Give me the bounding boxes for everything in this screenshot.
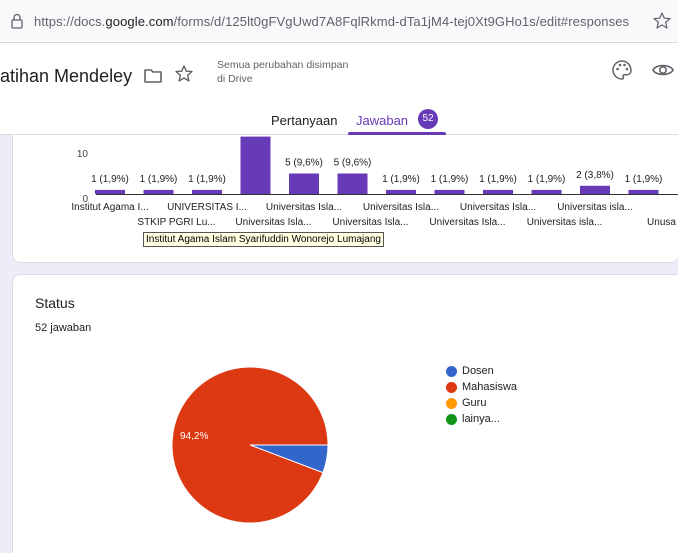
legend-swatch-lainya (446, 413, 457, 425)
bar-data-label: 1 (1,9%) (140, 174, 178, 185)
tab-pertanyaan[interactable]: Pertanyaan (271, 113, 338, 128)
x-tick-label: Universitas Isla... (235, 217, 311, 228)
legend-item[interactable]: lainya... (446, 411, 517, 427)
x-tick-label: Universitas isla... (557, 202, 633, 213)
bar (628, 189, 659, 194)
legend-label: Mahasiswa (462, 381, 518, 393)
bar-data-label: 1 (1,9%) (431, 174, 469, 185)
bookmark-star-icon[interactable] (652, 11, 672, 31)
forms-header: atihan Mendeley Semua perubahan disimpan… (0, 43, 678, 135)
legend-swatch-mahasiswa (446, 381, 457, 393)
x-tick-label: Universitas Isla... (266, 202, 342, 213)
response-count: 52 jawaban (35, 322, 92, 334)
bar-data-label: 2 (3,8%) (576, 170, 614, 181)
tab-jawaban[interactable]: Jawaban (356, 113, 408, 128)
status-pie-chart: 94,2% (171, 366, 329, 524)
folder-icon[interactable] (143, 67, 163, 85)
x-tick-label: Universitas Isla... (460, 202, 536, 213)
pie-slice-label: 94,2% (180, 431, 208, 442)
bar (192, 189, 222, 194)
legend-swatch-guru (446, 397, 457, 409)
pie-slice (171, 366, 329, 524)
legend-swatch-dosen (446, 365, 457, 377)
legend-item[interactable]: Guru (446, 395, 517, 411)
legend-label: Guru (462, 397, 487, 409)
x-tick-label: STKIP PGRI Lu... (137, 217, 215, 228)
bar (483, 189, 513, 194)
y-tick-label: 10 (77, 149, 89, 160)
bar-data-label: 5 (9,6%) (285, 158, 323, 169)
bar-data-label: 1 (1,9%) (479, 174, 517, 185)
bar (95, 189, 125, 194)
bar-data-label: 5 (9,6%) (334, 158, 372, 169)
x-tick-label: Universitas Isla... (332, 217, 408, 228)
bar (289, 173, 319, 194)
browser-url-bar[interactable]: https://docs.google.com/forms/d/125lt0gF… (0, 0, 678, 43)
bar (580, 185, 610, 194)
palette-icon[interactable] (611, 59, 633, 81)
category-tooltip: Institut Agama Islam Syarifuddin Wonorej… (143, 232, 384, 247)
x-tick-label: Universitas isla... (527, 217, 603, 228)
bar-data-label: 1 (1,9%) (528, 174, 566, 185)
url-text[interactable]: https://docs.google.com/forms/d/125lt0gF… (34, 14, 629, 29)
institution-bar-chart: 1001 (1,9%)Institut Agama I...1 (1,9%)ST… (71, 136, 678, 228)
bar (240, 136, 271, 194)
lock-icon (11, 13, 23, 29)
bar (434, 189, 465, 194)
x-tick-label: Universitas Isla... (363, 202, 439, 213)
bar (386, 189, 416, 194)
save-status: Semua perubahan disimpan di Drive (217, 59, 349, 85)
x-tick-label: Institut Agama I... (71, 202, 148, 213)
question-card-status: Status 52 jawaban (12, 274, 678, 553)
form-title[interactable]: atihan Mendeley (0, 66, 132, 87)
star-icon[interactable] (174, 64, 194, 84)
bar (337, 173, 368, 194)
legend-item[interactable]: Dosen (446, 363, 517, 379)
response-tabs: Pertanyaan Jawaban 52 (0, 105, 678, 135)
bar (531, 189, 562, 194)
bar (143, 189, 174, 194)
x-tick-label: Universitas Isla... (429, 217, 505, 228)
pie-legend: Dosen Mahasiswa Guru lainya... (446, 363, 517, 427)
question-title: Status (35, 295, 75, 311)
response-count-badge: 52 (418, 109, 438, 129)
x-tick-label: UNIVERSITAS I... (167, 202, 247, 213)
bar-data-label: 1 (1,9%) (188, 174, 226, 185)
bar-data-label: 1 (1,9%) (625, 174, 663, 185)
x-tick-label: Unusa (647, 217, 676, 228)
legend-label: Dosen (462, 365, 494, 377)
legend-label: lainya... (462, 413, 500, 425)
bar-data-label: 1 (1,9%) (382, 174, 420, 185)
bar-data-label: 1 (1,9%) (91, 174, 129, 185)
legend-item[interactable]: Mahasiswa (446, 379, 517, 395)
preview-eye-icon[interactable] (652, 61, 674, 79)
